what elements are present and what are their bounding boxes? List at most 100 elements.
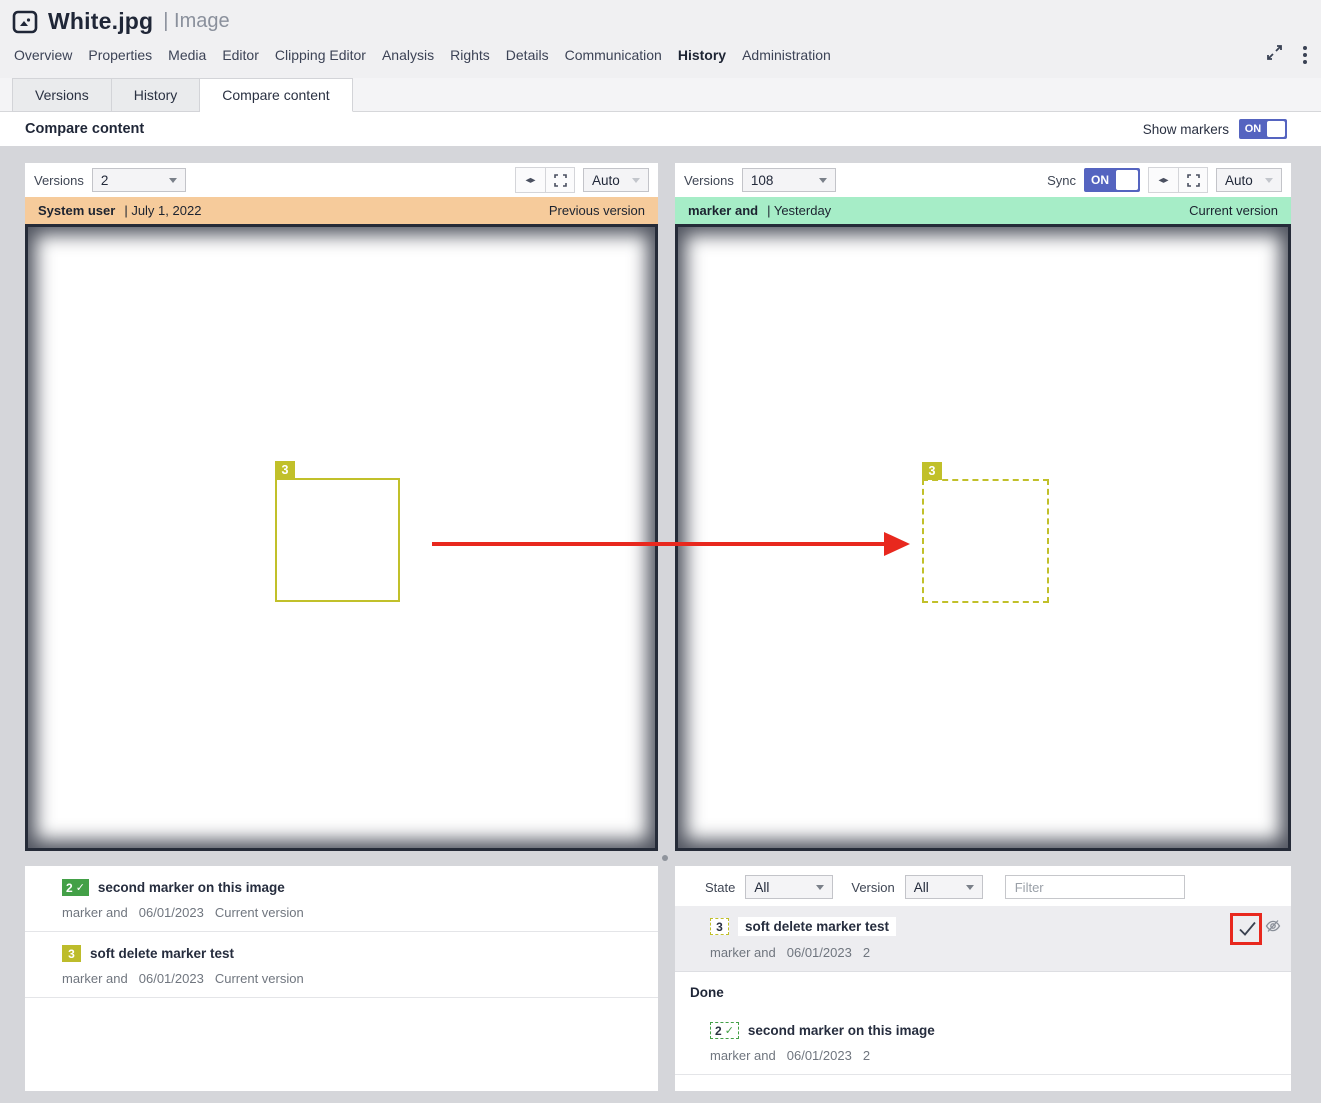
main-nav: Overview Properties Media Editor Clippin… [14,47,831,63]
marker-badge-2-dashed: 2✓ [710,1022,739,1039]
marker-number-badge: 3 [922,462,942,480]
version-date: | July 1, 2022 [124,203,201,218]
versions-label: Versions [34,173,84,188]
nav-item-clipping-editor[interactable]: Clipping Editor [275,47,366,63]
marker-list-item[interactable]: 2✓ second marker on this image marker an… [25,866,658,932]
left-compare-pane: Versions 2 ◂▸ Auto System user | July 1,… [25,163,658,851]
tab-versions[interactable]: Versions [12,78,112,112]
marker-badge-2: 2✓ [62,879,89,896]
version-tag: Previous version [549,203,645,218]
right-version-select[interactable]: 108 [742,168,836,192]
version-date: | Yesterday [767,203,831,218]
left-view-icon-group: ◂▸ [515,167,575,193]
open-marker-row[interactable]: 3 soft delete marker test marker and 06/… [675,906,1291,972]
version-user: marker and [688,203,758,218]
nav-item-details[interactable]: Details [506,47,549,63]
caret-down-icon [819,178,827,183]
left-version-bar: System user | July 1, 2022 Previous vers… [25,197,658,224]
right-zoom-select[interactable]: Auto [1216,168,1282,192]
marker-version: 2 [863,945,870,960]
version-tag: Current version [1189,203,1278,218]
version-user: System user [38,203,115,218]
caret-down-icon [816,885,824,890]
right-view-icon-group: ◂▸ [1148,167,1208,193]
marker-author: marker and [710,1048,776,1063]
fullscreen-icon[interactable] [545,168,574,192]
nav-item-history[interactable]: History [678,47,726,63]
hide-marker-eye-off-icon[interactable] [1265,918,1281,939]
right-pane-toolbar: Versions 108 Sync ON ◂▸ Auto [675,163,1291,197]
header-actions [1266,44,1309,66]
fit-width-icon[interactable]: ◂▸ [1149,168,1178,192]
nav-item-administration[interactable]: Administration [742,47,831,63]
marker-badge-3: 3 [62,945,81,962]
asset-type-label: | Image [163,10,229,33]
left-zoom-select[interactable]: Auto [583,168,649,192]
marker-version: 2 [863,1048,870,1063]
marker-list-item[interactable]: 3 soft delete marker test marker and 06/… [25,932,658,998]
nav-item-properties[interactable]: Properties [88,47,152,63]
right-compare-pane: Versions 108 Sync ON ◂▸ Auto marker and … [675,163,1291,851]
kebab-menu-icon[interactable] [1301,44,1309,66]
fullscreen-icon[interactable] [1178,168,1207,192]
marker-date: 06/01/2023 [139,971,204,986]
done-marker-row[interactable]: 2✓ second marker on this image marker an… [675,1011,1291,1075]
right-version-bar: marker and | Yesterday Current version [675,197,1291,224]
show-markers-toggle[interactable]: ON [1239,119,1287,139]
state-select[interactable]: All [745,875,833,899]
filter-input[interactable] [1005,875,1185,899]
check-icon: ✓ [76,881,85,894]
expand-icon[interactable] [1266,44,1283,66]
caret-down-icon [632,178,640,183]
marker-version: Current version [215,971,304,986]
pane-splitter-handle[interactable] [662,855,668,861]
nav-item-analysis[interactable]: Analysis [382,47,434,63]
marker-box-3[interactable]: 3 [275,478,400,602]
left-pane-toolbar: Versions 2 ◂▸ Auto [25,163,658,197]
toggle-knob [1267,121,1285,137]
nav-item-communication[interactable]: Communication [565,47,662,63]
nav-item-media[interactable]: Media [168,47,206,63]
marker-box-3-dashed[interactable]: 3 [922,479,1049,603]
nav-item-overview[interactable]: Overview [14,47,72,63]
caret-down-icon [966,885,974,890]
check-icon: ✓ [725,1024,734,1037]
tab-compare-content[interactable]: Compare content [200,78,352,112]
versions-label: Versions [684,173,734,188]
page-title: White.jpg [48,8,153,35]
fit-width-icon[interactable]: ◂▸ [516,168,545,192]
caret-down-icon [1265,178,1273,183]
right-image-viewer[interactable]: 3 [675,224,1291,851]
done-section-header: Done [675,972,1291,1011]
nav-item-editor[interactable]: Editor [222,47,259,63]
image-file-icon [12,9,38,35]
marker-date: 06/01/2023 [787,1048,852,1063]
right-marker-list: State All Version All 3 soft delete mark… [675,866,1291,1091]
marker-author: marker and [62,971,128,986]
left-version-select[interactable]: 2 [92,168,186,192]
caret-down-icon [169,178,177,183]
nav-item-rights[interactable]: Rights [450,47,490,63]
sync-label: Sync [1047,173,1076,188]
marker-row-actions [1237,918,1281,939]
subheader: Compare content Show markers ON [0,112,1321,146]
show-markers-control: Show markers ON [1143,119,1287,139]
marker-number-badge: 3 [275,461,295,479]
version-filter-select[interactable]: All [905,875,983,899]
show-markers-label: Show markers [1143,122,1229,137]
tab-bar: Versions History Compare content [0,78,1321,112]
left-image-viewer[interactable]: 3 [25,224,658,851]
marker-badge-3-dashed: 3 [710,918,729,935]
version-filter-label: Version [851,880,894,895]
tab-history[interactable]: History [112,78,201,112]
marker-version: Current version [215,905,304,920]
marker-date: 06/01/2023 [139,905,204,920]
sync-toggle[interactable]: ON [1084,168,1140,192]
marker-author: marker and [710,945,776,960]
asset-title-row: White.jpg | Image [12,8,230,35]
left-marker-list: 2✓ second marker on this image marker an… [25,866,658,1091]
mark-done-check-icon[interactable] [1237,919,1257,939]
section-title: Compare content [25,121,144,137]
marker-author: marker and [62,905,128,920]
marker-filter-row: State All Version All [675,866,1291,906]
